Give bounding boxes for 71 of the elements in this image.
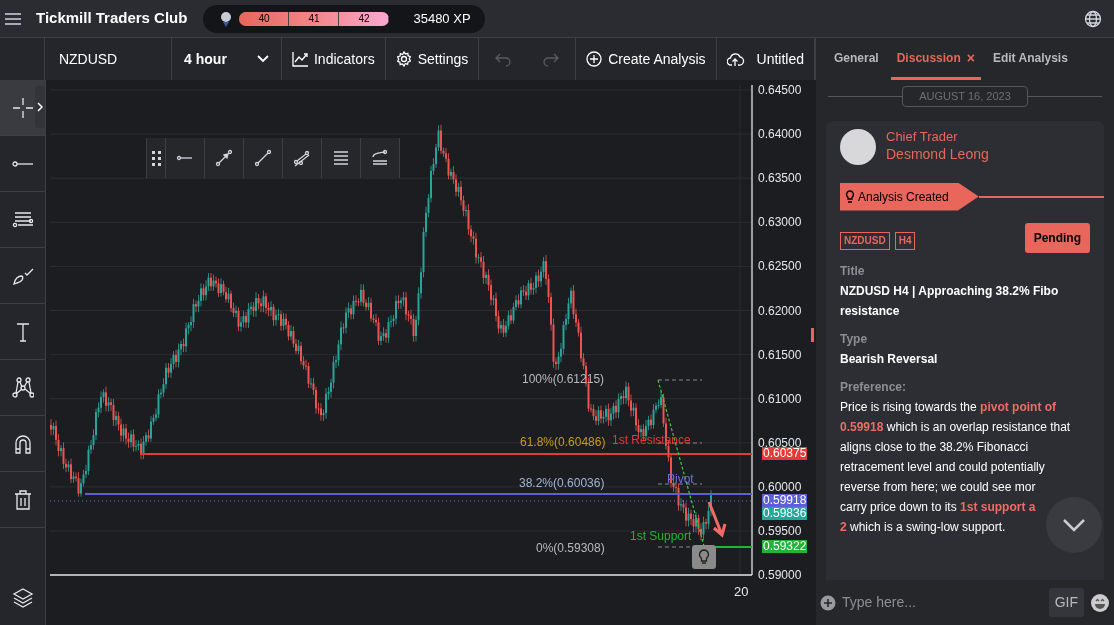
fib-level-label: 61.8%(0.60486) — [520, 435, 606, 449]
settings-icon — [395, 51, 412, 67]
support-label: 1st Support — [630, 529, 692, 543]
lightbulb-icon — [698, 549, 710, 565]
author-name: Desmond Leong — [886, 144, 989, 163]
resize-handle[interactable] — [811, 328, 814, 342]
field-value: carry price down to its 1st support a 2 which is a swing-low support. — [840, 498, 1037, 536]
price-marker: 0.60375 — [762, 447, 808, 460]
level-segment: 41 — [289, 11, 340, 26]
status-badge: Pending — [1024, 222, 1090, 253]
price-axis-label: 0.62000 — [758, 303, 802, 318]
level-segment: 42 — [339, 11, 390, 26]
line-tool-button[interactable] — [146, 138, 166, 178]
fib-retracement-icon — [332, 149, 350, 167]
price-axis-label: 0.63500 — [758, 171, 802, 186]
price-axis-label: 0.61000 — [758, 391, 802, 406]
menu-icon[interactable] — [4, 11, 22, 26]
pattern-tool-icon — [11, 376, 34, 399]
panel-tab[interactable]: Edit Analysis — [986, 49, 1074, 80]
price-axis-label: 0.63000 — [758, 215, 802, 230]
analysis-created-tag: Analysis Created — [840, 182, 979, 211]
undo-icon — [495, 51, 512, 67]
curve-tool-icon — [371, 149, 389, 167]
chevron-down-icon — [1062, 517, 1086, 532]
message-input[interactable]: Type here... — [842, 592, 1043, 613]
gif-button[interactable]: GIF — [1048, 588, 1084, 617]
arrow-drawing[interactable] — [707, 500, 727, 538]
field-value: Bearish Reversal — [840, 350, 939, 368]
add-icon[interactable] — [820, 594, 836, 611]
price-axis-label: 0.64500 — [758, 83, 802, 97]
fib-level-label: 38.2%(0.60036) — [519, 476, 605, 490]
price-axis-label: 0.64000 — [758, 127, 802, 142]
field-label: Preference: — [840, 378, 908, 396]
price-marker: 0.59918 — [762, 494, 808, 507]
price-axis-label: 0.62500 — [758, 259, 802, 274]
fib-level-label: 0%(0.59308) — [536, 541, 605, 555]
redo-icon — [543, 51, 560, 67]
price-axis-label: 0.61500 — [758, 347, 802, 362]
field-label: Title — [840, 262, 866, 280]
price-marker: 0.59322 — [762, 540, 808, 553]
tag: NZDUSD — [840, 231, 890, 250]
field-value: NZDUSD H4 | Approaching 38.2% Fibo resistance — [840, 282, 1060, 320]
globe-icon[interactable] — [1084, 9, 1102, 28]
emoji-icon[interactable] — [1090, 592, 1110, 613]
avatar — [840, 128, 876, 165]
level-segment: 40 — [239, 11, 290, 26]
time-axis-label: 20 — [734, 583, 749, 601]
price-axis-label: 0.60000 — [758, 479, 802, 494]
author-role: Chief Trader — [886, 128, 959, 145]
layers-icon — [11, 586, 34, 608]
parallel-channel-icon — [293, 149, 311, 167]
price-axis-label: 0.59000 — [758, 568, 802, 583]
price-marker: 0.59836 — [762, 507, 808, 520]
price-axis-label: 0.59500 — [758, 524, 802, 538]
chevron-down-icon — [256, 55, 269, 63]
field-label: Type — [840, 330, 869, 348]
plus-circle-icon — [586, 51, 603, 67]
xp-count: 35480 XP — [413, 9, 471, 28]
arrow-line-icon — [215, 149, 233, 167]
drawing-tool[interactable] — [0, 80, 45, 136]
tag: H4 — [894, 231, 916, 250]
line-tool-icon — [11, 160, 34, 167]
panel-tab[interactable]: General — [828, 49, 885, 80]
idea-button[interactable] — [692, 545, 716, 569]
line-chart-icon — [291, 51, 308, 67]
trend-line-icon — [254, 149, 272, 167]
lightbulb-icon — [845, 189, 855, 204]
crosshair-icon — [11, 96, 34, 119]
drag-handle-icon — [150, 149, 162, 167]
close-tab-icon[interactable]: × — [966, 51, 975, 65]
app-title: Tickmill Traders Club — [36, 8, 188, 29]
